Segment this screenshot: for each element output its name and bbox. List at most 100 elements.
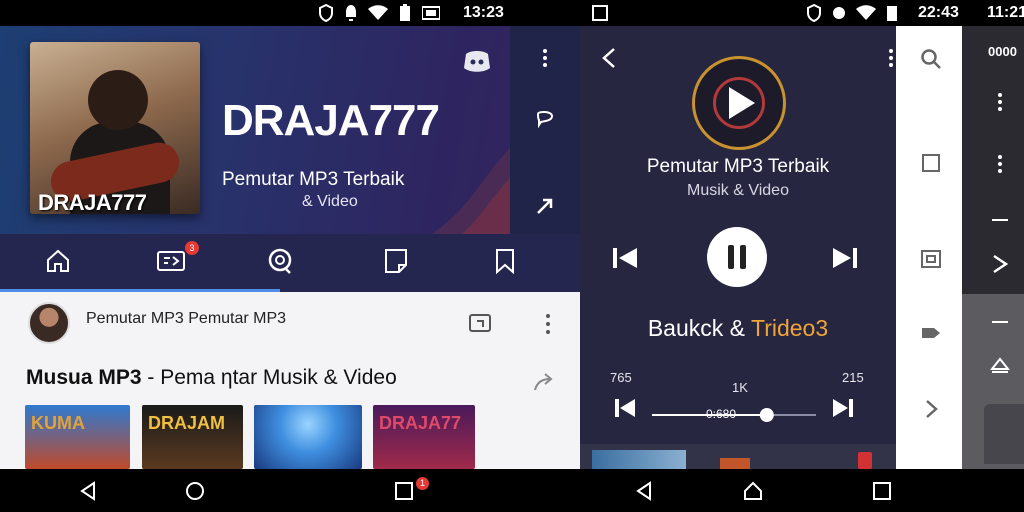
discord-icon[interactable] (462, 46, 492, 76)
battery-icon (887, 6, 897, 21)
status-time-mid: 22:43 (918, 4, 959, 21)
chat-icon[interactable] (265, 246, 295, 276)
notification-icon (346, 5, 356, 21)
mini-thumbnail[interactable] (592, 450, 686, 469)
screenshot-icon (592, 5, 608, 21)
time-total: 215 (842, 370, 864, 385)
nav-back-icon[interactable] (78, 481, 98, 501)
far-panel-lower (962, 294, 1024, 469)
bookmark-icon[interactable] (490, 246, 520, 276)
track-name-part: Bauk (647, 315, 701, 341)
mini-thumbnail[interactable] (858, 452, 872, 469)
video-tab-badge: 3 (185, 241, 199, 255)
music-player: Pemutar MP3 Terbaik Musik & Video Baukck… (580, 26, 896, 469)
thumbnail-label: KUMA (31, 413, 85, 433)
home-icon[interactable] (43, 246, 73, 276)
avatar[interactable] (28, 302, 70, 344)
wifi-icon (368, 5, 388, 20)
more-vertical-icon[interactable] (535, 48, 555, 68)
thumbnail[interactable] (254, 405, 362, 469)
square-icon[interactable] (920, 152, 942, 174)
nav-badge: 1 (416, 477, 429, 490)
share-icon[interactable] (532, 370, 556, 394)
nav-recents-icon[interactable] (394, 481, 414, 501)
data-saver-icon (833, 7, 845, 19)
more-vertical-icon[interactable] (888, 48, 894, 68)
player-title: Pemutar MP3 Terbaik (646, 156, 830, 177)
status-time-right: 11:21 (987, 4, 1024, 21)
thumbnail[interactable]: KUMA (25, 405, 130, 469)
more-vertical-icon[interactable] (538, 312, 558, 336)
nav-home-icon[interactable] (743, 481, 763, 501)
shield-icon (807, 4, 821, 22)
share-arrow-icon[interactable] (535, 196, 555, 216)
dash-icon (992, 321, 1008, 323)
document-icon[interactable] (381, 246, 411, 276)
side-toolbar (896, 26, 962, 469)
signal-icon (422, 6, 440, 20)
time-elapsed: 765 (610, 370, 632, 385)
far-panel-card[interactable] (984, 404, 1024, 464)
decorative-wave (432, 146, 512, 234)
nav-recents-icon[interactable] (872, 481, 892, 501)
album-cover[interactable]: DRAJA777 (30, 42, 200, 214)
time-center: 1K (732, 380, 748, 395)
label-icon[interactable] (920, 322, 942, 344)
next-icon[interactable] (832, 246, 858, 270)
shield-icon (319, 4, 333, 22)
previous-icon[interactable] (614, 398, 636, 418)
status-bar: 13:23 22:43 11:21 (0, 0, 1024, 26)
chevron-right-icon[interactable] (990, 254, 1010, 274)
featured-banner[interactable]: DRAJA777 DRAJA777 Pemutar MP3 Terbaik & … (0, 26, 580, 234)
mini-thumbnail[interactable] (720, 458, 750, 469)
seek-label: 0:680 (706, 407, 737, 421)
video-icon[interactable] (156, 246, 186, 276)
thumbnail[interactable]: DRAJA77 (373, 405, 475, 469)
cover-person-head (88, 70, 148, 130)
background-app-panel: 0000 (962, 26, 1024, 469)
play-icon[interactable] (725, 85, 757, 121)
previous-icon[interactable] (612, 246, 638, 270)
track-name-highlight: Trideo3 (751, 315, 829, 341)
status-icons-left (318, 4, 440, 22)
tab-bar: 3 (0, 234, 580, 292)
banner-title: DRAJA777 (222, 96, 440, 145)
seek-thumb[interactable] (759, 408, 774, 422)
pause-button[interactable] (707, 227, 767, 287)
album-cover-label: DRAJA777 (38, 190, 147, 214)
wifi-icon (856, 5, 876, 20)
banner-side-actions (510, 26, 580, 234)
section-title-rest: - Pema ηtar Musik & Video (141, 366, 397, 389)
back-icon[interactable] (598, 46, 622, 70)
section-title-bold: Musua MP3 (26, 366, 142, 389)
comment-icon[interactable] (535, 108, 555, 128)
chevron-right-icon[interactable] (920, 398, 942, 420)
track-name-part: ck & (700, 315, 751, 341)
thumbnail[interactable]: DRAJAM (142, 405, 243, 469)
mini-player-strip[interactable] (580, 444, 896, 469)
nav-home-icon[interactable] (185, 481, 205, 501)
player-subtitle: Musik & Video (687, 182, 789, 199)
feed: Pemutar MP3 Pemutar MP3 Musua MP3 - Pema… (0, 292, 580, 469)
banner-subtitle: Pemutar MP3 Terbaik (222, 169, 405, 190)
status-time-left: 13:23 (463, 4, 504, 21)
eject-icon[interactable] (990, 356, 1010, 376)
next-icon[interactable] (832, 398, 854, 418)
nav-back-icon[interactable] (634, 481, 654, 501)
dash-icon (992, 219, 1008, 221)
battery-icon (400, 4, 410, 21)
picture-in-picture-icon[interactable] (920, 248, 942, 270)
search-icon[interactable] (920, 48, 942, 70)
banner-subtitle-2: & Video (302, 193, 358, 210)
status-icons-mid (806, 4, 898, 22)
more-vertical-icon[interactable] (990, 92, 1010, 112)
pause-icon (728, 245, 746, 269)
track-name: Baukck & Trideo3 (580, 315, 896, 342)
far-panel-label: 0000 (988, 44, 1017, 59)
album-disc[interactable] (692, 56, 786, 150)
more-vertical-icon[interactable] (990, 154, 1010, 174)
music-app: DRAJA777 DRAJA777 Pemutar MP3 Terbaik & … (0, 26, 580, 469)
section-title: Musua MP3 - Pema ηtar Musik & Video (26, 366, 397, 390)
cast-icon[interactable] (468, 312, 492, 336)
post-title: Pemutar MP3 Pemutar MP3 (86, 310, 287, 327)
